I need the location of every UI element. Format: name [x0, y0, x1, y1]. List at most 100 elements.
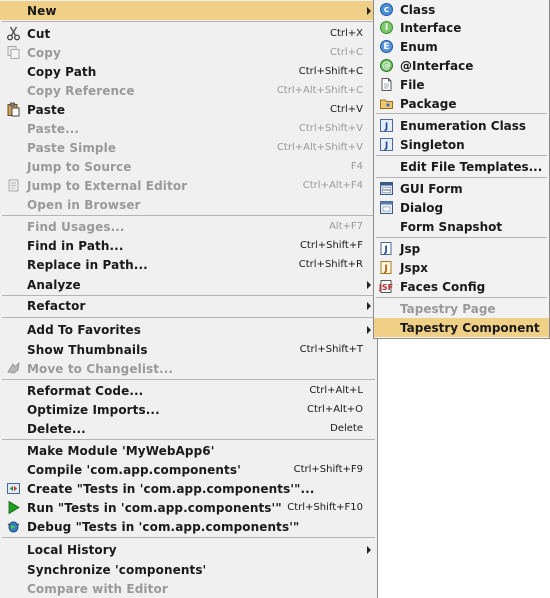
menu-item-cut[interactable]: Cut Ctrl+X	[0, 24, 377, 43]
menu-item-label: Run "Tests in 'com.app.components'"	[27, 500, 282, 515]
menu-item-compile[interactable]: Compile 'com.app.components' Ctrl+Shift+…	[0, 460, 377, 479]
menu-item-show-thumbnails[interactable]: Show Thumbnails Ctrl+Shift+T	[0, 340, 377, 359]
menu-item-paste-simple[interactable]: Paste Simple Ctrl+Alt+Shift+V	[0, 138, 377, 157]
menu-item-move-to-changelist[interactable]: Move to Changelist...	[0, 359, 377, 378]
menu-item-new[interactable]: New	[0, 1, 377, 20]
menu-item-label: Replace in Path...	[27, 257, 148, 272]
submenu-item-label: Singleton	[400, 137, 465, 152]
submenu-item-edit-file-templates[interactable]: Edit File Templates...	[374, 157, 549, 176]
submenu-arrow-icon	[367, 281, 371, 289]
menu-item-label: New	[27, 3, 57, 18]
submenu-item-class[interactable]: c Class	[374, 0, 549, 19]
submenu-item-jspx[interactable]: J Jspx	[374, 258, 549, 277]
submenu-item-singleton[interactable]: J Singleton	[374, 135, 549, 154]
menu-item-shortcut: Ctrl+Alt+L	[309, 385, 363, 396]
submenu-item-faces-config[interactable]: JSF Faces Config	[374, 277, 549, 296]
submenu-item-enum[interactable]: E Enum	[374, 37, 549, 56]
menu-item-paste-dialog[interactable]: Paste... Ctrl+Shift+V	[0, 119, 377, 138]
menu-item-shortcut: Ctrl+C	[329, 47, 363, 58]
submenu-item-label: Package	[400, 96, 457, 111]
enumeration-class-icon: J	[379, 118, 394, 133]
submenu-separator	[376, 177, 547, 178]
menu-item-jump-to-external-editor[interactable]: Jump to External Editor Ctrl+Alt+F4	[0, 176, 377, 195]
submenu-separator	[376, 237, 547, 238]
singleton-icon: J	[379, 137, 394, 152]
menu-item-add-to-favorites[interactable]: Add To Favorites	[0, 320, 377, 339]
menu-item-find-in-path[interactable]: Find in Path... Ctrl+Shift+F	[0, 236, 377, 255]
menu-item-reformat-code[interactable]: Reformat Code... Ctrl+Alt+L	[0, 381, 377, 400]
menu-item-label: Local History	[27, 542, 117, 557]
submenu-arrow-icon	[367, 302, 371, 310]
menu-item-label: Analyze	[27, 277, 81, 292]
menu-item-label: Make Module 'MyWebApp6'	[27, 443, 215, 458]
debug-icon	[6, 519, 21, 534]
file-icon	[379, 77, 394, 92]
submenu-item-label: Tapestry Page	[400, 301, 496, 316]
run-icon	[6, 500, 21, 515]
menu-item-shortcut: Ctrl+Alt+Shift+V	[276, 142, 363, 153]
submenu-separator	[376, 113, 547, 114]
menu-item-replace-in-path[interactable]: Replace in Path... Ctrl+Shift+R	[0, 255, 377, 274]
svg-text:J: J	[383, 264, 387, 274]
scissors-icon	[6, 26, 21, 41]
menu-separator	[2, 439, 375, 440]
submenu-item-interface[interactable]: I Interface	[374, 18, 549, 37]
menu-item-label: Debug "Tests in 'com.app.components'"	[27, 519, 300, 534]
menu-item-label: Find Usages...	[27, 219, 125, 234]
submenu-item-tapestry-component[interactable]: Tapestry Component	[374, 318, 549, 337]
submenu-item-file[interactable]: File	[374, 75, 549, 94]
submenu-item-label: Tapestry Component	[400, 320, 540, 335]
menu-item-copy-path[interactable]: Copy Path Ctrl+Shift+C	[0, 62, 377, 81]
menu-separator	[2, 215, 375, 216]
menu-item-jump-to-source[interactable]: Jump to Source F4	[0, 157, 377, 176]
menu-item-label: Compare with Editor	[27, 581, 168, 596]
menu-item-copy[interactable]: Copy Ctrl+C	[0, 43, 377, 62]
dialog-icon	[379, 200, 394, 215]
submenu-item-form-snapshot[interactable]: Form Snapshot	[374, 217, 549, 236]
menu-item-compare-with-editor[interactable]: Compare with Editor	[0, 579, 377, 598]
menu-item-shortcut: Ctrl+Shift+F9	[293, 464, 363, 475]
menu-item-shortcut: Ctrl+Alt+F4	[302, 180, 363, 191]
submenu-item-label: Class	[400, 2, 436, 17]
external-editor-icon	[6, 178, 21, 193]
menu-item-local-history[interactable]: Local History	[0, 540, 377, 559]
submenu-item-tapestry-page[interactable]: Tapestry Page	[374, 299, 549, 318]
menu-item-label: Jump to Source	[27, 159, 132, 174]
interface-icon: I	[379, 20, 394, 35]
submenu-item-annotation[interactable]: @ @Interface	[374, 56, 549, 75]
submenu-item-enumeration-class[interactable]: J Enumeration Class	[374, 116, 549, 135]
menu-item-run-tests[interactable]: Run "Tests in 'com.app.components'" Ctrl…	[0, 498, 377, 517]
submenu-item-dialog[interactable]: Dialog	[374, 198, 549, 217]
submenu-item-label: Faces Config	[400, 279, 486, 294]
menu-item-optimize-imports[interactable]: Optimize Imports... Ctrl+Alt+O	[0, 400, 377, 419]
menu-item-shortcut: Ctrl+Alt+O	[307, 404, 363, 415]
menu-item-find-usages[interactable]: Find Usages... Alt+F7	[0, 217, 377, 236]
menu-item-label: Delete...	[27, 421, 86, 436]
menu-item-label: Open in Browser	[27, 197, 141, 212]
menu-item-analyze[interactable]: Analyze	[0, 275, 377, 294]
svg-text:J: J	[383, 245, 387, 255]
menu-item-debug-tests[interactable]: Debug "Tests in 'com.app.components'"	[0, 517, 377, 536]
menu-item-refactor[interactable]: Refactor	[0, 296, 377, 315]
annotation-icon: @	[380, 59, 393, 72]
submenu-item-label: Jsp	[400, 241, 421, 256]
new-submenu: c Class I Interface E Enum @ @Interface …	[373, 0, 550, 339]
menu-item-create-tests[interactable]: Create "Tests in 'com.app.components'"..…	[0, 479, 377, 498]
submenu-item-gui-form[interactable]: GUI Form	[374, 179, 549, 198]
class-icon: c	[379, 2, 394, 17]
menu-item-copy-reference[interactable]: Copy Reference Ctrl+Alt+Shift+C	[0, 81, 377, 100]
submenu-item-label: Enumeration Class	[400, 118, 527, 133]
menu-item-make-module[interactable]: Make Module 'MyWebApp6'	[0, 441, 377, 460]
submenu-item-package[interactable]: Package	[374, 94, 549, 113]
menu-item-open-in-browser[interactable]: Open in Browser	[0, 195, 377, 214]
menu-item-synchronize[interactable]: Synchronize 'components'	[0, 560, 377, 579]
faces-config-icon: JSF	[378, 279, 394, 294]
menu-separator	[2, 537, 375, 538]
gui-form-icon	[379, 181, 394, 196]
submenu-item-jsp[interactable]: J Jsp	[374, 239, 549, 258]
menu-item-label: Optimize Imports...	[27, 402, 160, 417]
menu-item-delete[interactable]: Delete... Delete	[0, 419, 377, 438]
menu-item-shortcut: Ctrl+Shift+T	[299, 344, 363, 355]
menu-item-label: Paste...	[27, 121, 80, 136]
menu-item-paste[interactable]: Paste Ctrl+V	[0, 100, 377, 119]
